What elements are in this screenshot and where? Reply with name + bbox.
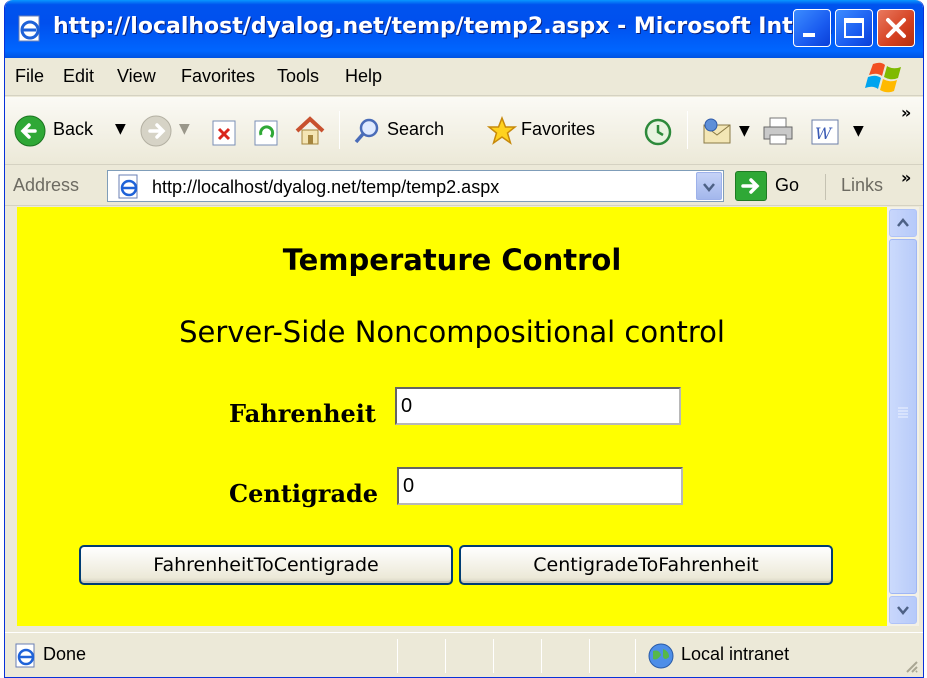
ie-page-icon	[118, 174, 138, 199]
address-input[interactable]: http://localhost/dyalog.net/temp/temp2.a…	[107, 170, 724, 202]
chevron-up-icon	[897, 218, 909, 227]
status-divider	[445, 639, 446, 673]
fahrenheit-label: Fahrenheit	[229, 399, 377, 428]
page-content: Temperature Control Server-Side Noncompo…	[17, 207, 887, 626]
resize-grip-icon[interactable]	[903, 658, 919, 674]
search-label: Search	[387, 119, 445, 139]
ie-page-icon	[18, 15, 40, 42]
print-icon[interactable]	[761, 115, 795, 147]
address-label: Address	[13, 175, 80, 195]
mail-button[interactable]: ▼	[701, 115, 757, 149]
refresh-icon[interactable]	[253, 119, 281, 147]
menu-bar: File Edit View Favorites Tools Help	[5, 58, 923, 96]
edit-button[interactable]: W ▼	[809, 115, 875, 149]
centigrade-to-fahrenheit-button[interactable]: CentigradeToFahrenheit	[459, 545, 833, 585]
zone-label: Local intranet	[681, 644, 790, 664]
forward-dropdown-icon[interactable]: ▼	[179, 121, 190, 137]
go-label[interactable]: Go	[775, 175, 799, 196]
forward-arrow-icon	[140, 115, 172, 147]
go-button[interactable]	[735, 171, 767, 201]
status-divider	[589, 639, 590, 673]
menu-help[interactable]: Help	[345, 66, 382, 87]
centigrade-input[interactable]: 0	[397, 467, 683, 505]
status-text: Done	[43, 644, 87, 664]
back-button[interactable]: Back ▼	[13, 111, 133, 151]
maximize-button[interactable]	[835, 9, 873, 47]
status-divider	[397, 639, 398, 673]
minimize-icon	[803, 33, 815, 37]
windows-flag-icon	[865, 62, 901, 93]
fahrenheit-to-centigrade-button[interactable]: FahrenheitToCentigrade	[79, 545, 453, 585]
back-dropdown-icon[interactable]: ▼	[115, 121, 126, 137]
menu-view[interactable]: View	[117, 66, 156, 87]
ie-page-icon	[15, 643, 35, 668]
search-button[interactable]: Search	[353, 111, 477, 151]
maximize-icon	[844, 18, 864, 38]
address-url: http://localhost/dyalog.net/temp/temp2.a…	[152, 177, 500, 197]
address-dropdown-button[interactable]	[696, 172, 722, 200]
search-icon	[354, 118, 379, 144]
address-bar: Address http://localhost/dyalog.net/temp…	[5, 166, 923, 206]
menu-favorites[interactable]: Favorites	[181, 66, 255, 87]
home-icon[interactable]	[293, 115, 327, 147]
edit-dropdown-icon[interactable]: ▼	[853, 123, 864, 139]
status-divider	[541, 639, 542, 673]
links-label[interactable]: Links	[841, 175, 883, 196]
browser-window: http://localhost/dyalog.net/temp/temp2.a…	[4, 0, 924, 678]
favorites-label: Favorites	[521, 119, 596, 139]
back-label: Back	[53, 119, 94, 139]
grip-icon	[898, 407, 908, 418]
centigrade-label: Centigrade	[229, 479, 379, 508]
vertical-scrollbar[interactable]	[887, 207, 919, 626]
toolbar-separator	[687, 111, 688, 149]
mail-icon	[703, 118, 731, 144]
fahrenheit-input[interactable]: 0	[395, 387, 681, 425]
standard-toolbar: Back ▼ ▼ Search Favorites ▼ W ▼ »	[5, 97, 923, 165]
favorites-button[interactable]: Favorites	[487, 111, 637, 151]
toolbar-separator	[339, 111, 340, 149]
intranet-globe-icon	[648, 643, 674, 669]
close-button[interactable]	[877, 9, 915, 47]
page-subtitle: Server-Side Noncompositional control	[179, 315, 725, 349]
back-arrow-icon	[14, 115, 46, 147]
scroll-down-button[interactable]	[889, 596, 917, 624]
favorites-star-icon	[487, 116, 517, 145]
links-separator	[825, 174, 826, 200]
mail-dropdown-icon[interactable]: ▼	[739, 123, 750, 139]
window-title: http://localhost/dyalog.net/temp/temp2.a…	[53, 14, 833, 39]
status-bar: Done Local intranet	[5, 632, 923, 677]
page-title: Temperature Control	[282, 243, 622, 277]
minimize-button[interactable]	[793, 9, 831, 47]
close-icon	[886, 18, 906, 38]
title-bar[interactable]: http://localhost/dyalog.net/temp/temp2.a…	[5, 0, 923, 58]
status-divider	[493, 639, 494, 673]
menu-tools[interactable]: Tools	[277, 66, 319, 87]
stop-icon[interactable]	[211, 119, 239, 147]
scroll-thumb[interactable]	[889, 239, 917, 594]
menu-file[interactable]: File	[15, 66, 44, 87]
svg-text:W: W	[815, 124, 833, 143]
chevron-down-icon	[703, 183, 715, 192]
forward-button[interactable]: ▼	[135, 111, 195, 151]
menu-edit[interactable]: Edit	[63, 66, 94, 87]
word-edit-icon: W	[811, 119, 839, 145]
toolbar-overflow-icon[interactable]: »	[901, 103, 911, 122]
chevron-down-icon	[897, 606, 909, 615]
status-divider	[635, 639, 636, 673]
history-icon[interactable]	[643, 117, 673, 147]
go-arrow-icon	[741, 178, 760, 194]
links-overflow-icon[interactable]: »	[901, 168, 911, 187]
scroll-up-button[interactable]	[889, 209, 917, 237]
